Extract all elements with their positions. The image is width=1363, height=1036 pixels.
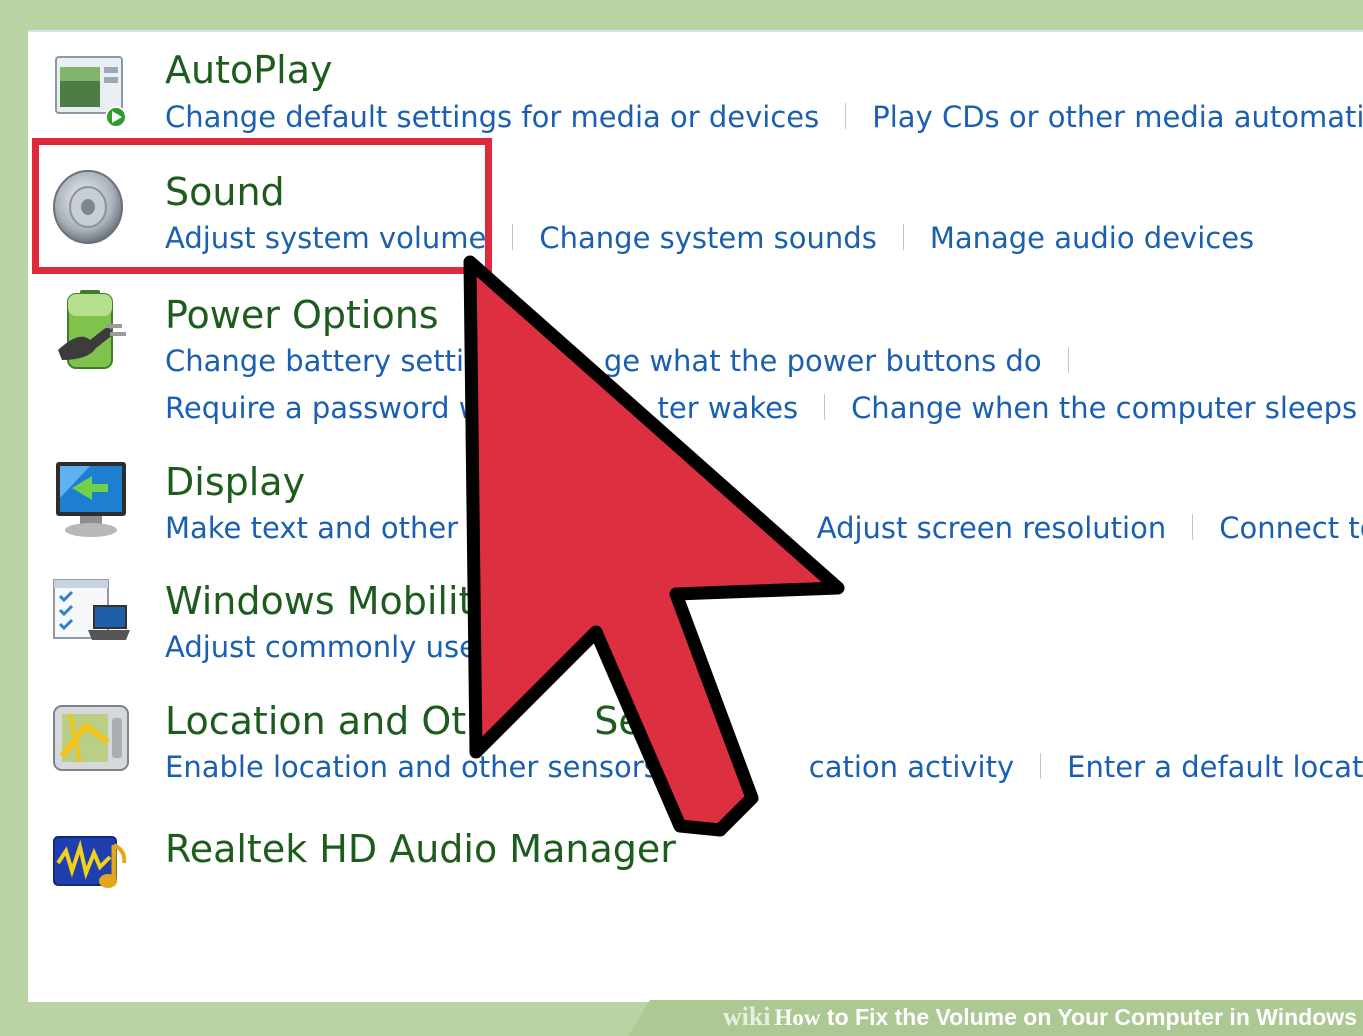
link-location-activity[interactable]: cation activity [809,750,1014,784]
link-play-cds[interactable]: Play CDs or other media automatically [872,100,1363,134]
category-title[interactable]: Location and Oth Senso [165,702,709,740]
category-title[interactable]: Realtek HD Audio Manager [165,830,676,868]
link-adjust-screen-resolution[interactable]: Adjust screen resolution [817,511,1166,545]
category-links: Adjust commonly use [165,633,477,662]
autoplay-icon [55,56,127,128]
link-separator [512,224,514,250]
link-change-when-sleeps[interactable]: Change when the computer sleeps [851,391,1357,425]
watermark-banner: wiki How to Fix the Volume on Your Comput… [628,1000,1363,1036]
power-plug-battery-icon [58,290,126,369]
link-separator [824,394,826,420]
mobility-center-icon [53,579,130,640]
category-links: Enable location and other sensors cation … [165,753,1363,782]
link-connect-to-projector[interactable]: Connect to an [1219,511,1363,545]
link-separator [1192,514,1194,540]
realtek-audio-icon [53,836,127,888]
location-sensor-icon [53,705,129,771]
category-title[interactable]: Windows Mobilit [165,582,473,620]
link-power-buttons[interactable]: ge what the power buttons do [604,344,1042,378]
link-change-default-settings[interactable]: Change default settings for media or dev… [165,100,819,134]
sound-highlight-box [32,138,492,274]
category-links: Change battery setting ge what the power … [165,347,1095,376]
link-make-text-larger[interactable]: Make text and other it [165,511,487,545]
category-title[interactable]: AutoPlay [165,51,332,89]
display-monitor-icon [56,462,126,537]
link-change-system-sounds[interactable]: Change system sounds [539,221,876,255]
category-title[interactable]: Display [165,463,305,501]
link-enter-default-location[interactable]: Enter a default location [1067,750,1363,784]
link-separator [1040,753,1042,779]
category-links: Require a password w ter wakes Change when… [165,394,1363,423]
link-manage-audio-devices[interactable]: Manage audio devices [930,221,1254,255]
link-change-battery-settings[interactable]: Change battery setting [165,344,501,378]
category-links: Make text and other it Adjust screen reso… [165,514,1363,543]
link-computer-wakes[interactable]: ter wakes [658,391,799,425]
category-links: Change default settings for media or dev… [165,103,1363,132]
link-enable-location-sensors[interactable]: Enable location and other sensors [165,750,659,784]
link-require-password[interactable]: Require a password w [165,391,483,425]
link-separator [845,103,847,129]
link-separator [1067,347,1069,373]
category-title[interactable]: Power Options [165,296,439,334]
link-adjust-mobility-settings[interactable]: Adjust commonly use [165,630,477,664]
link-separator [902,224,904,250]
watermark-text: wiki How to Fix the Volume on Your Comput… [722,1002,1357,1031]
